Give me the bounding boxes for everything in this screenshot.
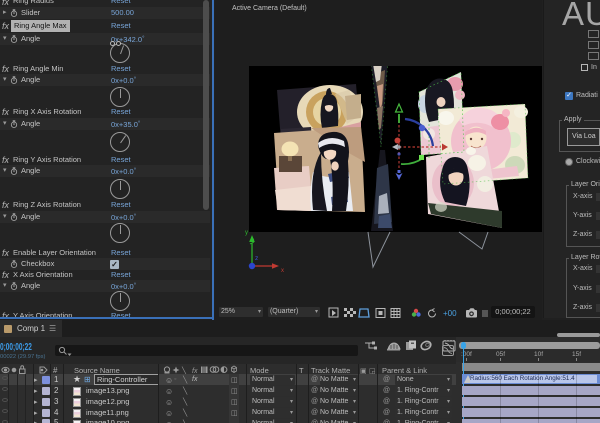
svg-text:+00: +00 (443, 309, 457, 318)
svg-text:z: z (255, 255, 258, 262)
svg-text:y: y (245, 230, 248, 236)
svg-text:x: x (281, 268, 284, 274)
